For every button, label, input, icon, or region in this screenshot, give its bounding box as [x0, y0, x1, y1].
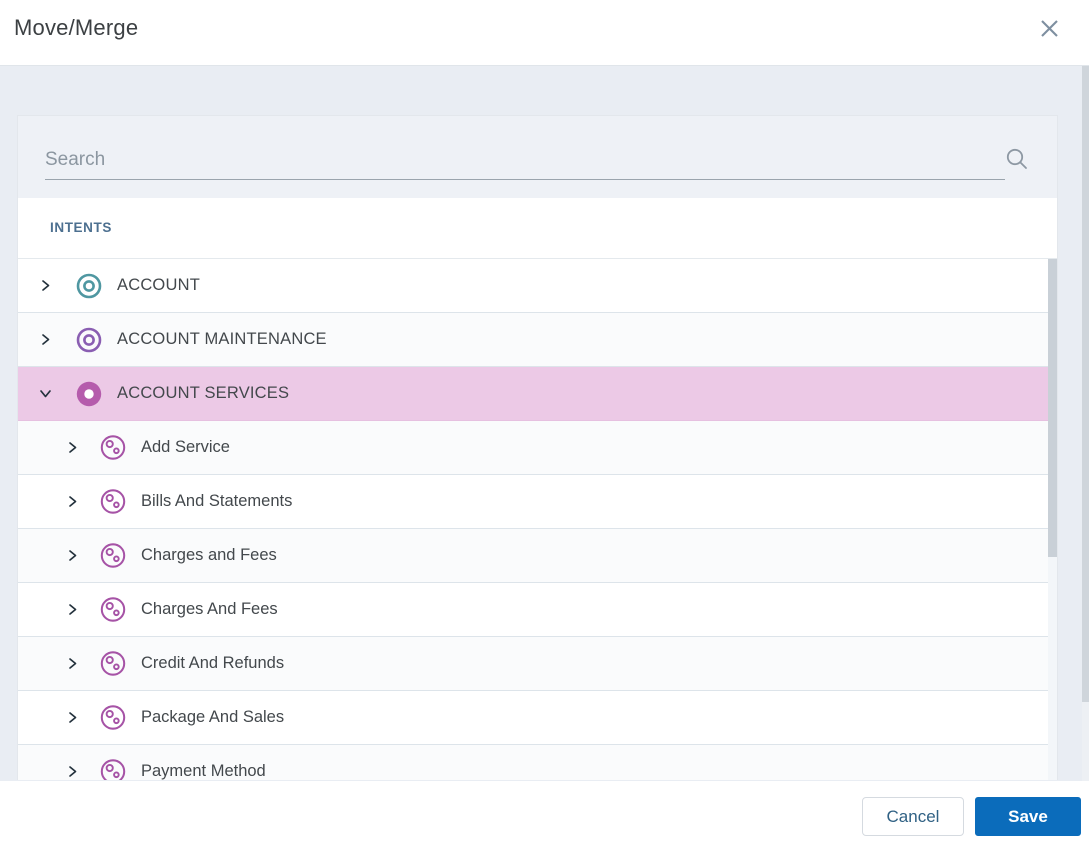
- search-section: [18, 116, 1057, 198]
- page-scrollbar[interactable]: [1082, 66, 1089, 781]
- subintent-icon: [99, 758, 127, 780]
- subintent-icon: [99, 434, 127, 462]
- tree-row[interactable]: Charges And Fees: [18, 583, 1048, 637]
- save-button[interactable]: Save: [975, 797, 1081, 836]
- intent-icon: [75, 326, 103, 354]
- chevron-right-icon[interactable]: [65, 548, 80, 563]
- intent-label: ACCOUNT SERVICES: [117, 384, 290, 402]
- dialog-titlebar: Move/Merge: [0, 0, 1089, 65]
- intent-label: ACCOUNT: [117, 276, 200, 294]
- intent-list: ACCOUNT ACCOUNT MAINTENANCE ACCOUNT SERVIC…: [18, 259, 1057, 780]
- list-scrollbar[interactable]: [1048, 259, 1057, 780]
- close-icon[interactable]: [1035, 14, 1063, 42]
- search-input[interactable]: [45, 140, 1005, 180]
- chevron-right-icon[interactable]: [38, 332, 53, 347]
- intent-icon: [75, 272, 103, 300]
- intents-section-header: INTENTS: [18, 198, 1057, 259]
- tree-row[interactable]: Add Service: [18, 421, 1048, 475]
- subintent-icon: [99, 704, 127, 732]
- tree-row[interactable]: ACCOUNT MAINTENANCE: [18, 313, 1048, 367]
- chevron-right-icon[interactable]: [65, 710, 80, 725]
- intent-label: Credit And Refunds: [141, 654, 285, 672]
- subintent-icon: [99, 650, 127, 678]
- dialog-title: Move/Merge: [14, 15, 139, 40]
- intent-label: Package And Sales: [141, 708, 285, 726]
- tree-row[interactable]: ACCOUNT SERVICES: [18, 367, 1048, 421]
- chevron-right-icon[interactable]: [65, 764, 80, 779]
- tree-row[interactable]: Payment Method: [18, 745, 1048, 780]
- chevron-right-icon[interactable]: [65, 494, 80, 509]
- chevron-right-icon[interactable]: [65, 602, 80, 617]
- tree-row[interactable]: Package And Sales: [18, 691, 1048, 745]
- cancel-button[interactable]: Cancel: [862, 797, 964, 836]
- page-scrollbar-thumb[interactable]: [1082, 66, 1089, 702]
- chevron-right-icon[interactable]: [38, 278, 53, 293]
- list-scrollbar-thumb[interactable]: [1048, 259, 1057, 557]
- dialog-footer: Cancel Save: [0, 781, 1089, 844]
- intent-label: ACCOUNT MAINTENANCE: [117, 330, 327, 348]
- chevron-right-icon[interactable]: [65, 656, 80, 671]
- intent-icon: [75, 380, 103, 408]
- subintent-icon: [99, 488, 127, 516]
- tree-row[interactable]: Bills And Statements: [18, 475, 1048, 529]
- intent-label: Bills And Statements: [141, 492, 293, 510]
- tree-row[interactable]: Credit And Refunds: [18, 637, 1048, 691]
- chevron-right-icon[interactable]: [65, 440, 80, 455]
- subintent-icon: [99, 542, 127, 570]
- intent-label: Add Service: [141, 438, 230, 456]
- intents-label: INTENTS: [50, 220, 112, 235]
- intent-picker-panel: INTENTS ACCOUNTACCOUNT MAINTENANCEACCOUN…: [17, 115, 1058, 780]
- subintent-icon: [99, 596, 127, 624]
- chevron-down-icon[interactable]: [38, 386, 53, 401]
- tree-row[interactable]: ACCOUNT: [18, 259, 1048, 313]
- intent-label: Charges And Fees: [141, 600, 278, 618]
- tree-row[interactable]: Charges and Fees: [18, 529, 1048, 583]
- search-icon[interactable]: [1004, 146, 1030, 172]
- intent-label: Charges and Fees: [141, 546, 277, 564]
- intent-label: Payment Method: [141, 762, 266, 780]
